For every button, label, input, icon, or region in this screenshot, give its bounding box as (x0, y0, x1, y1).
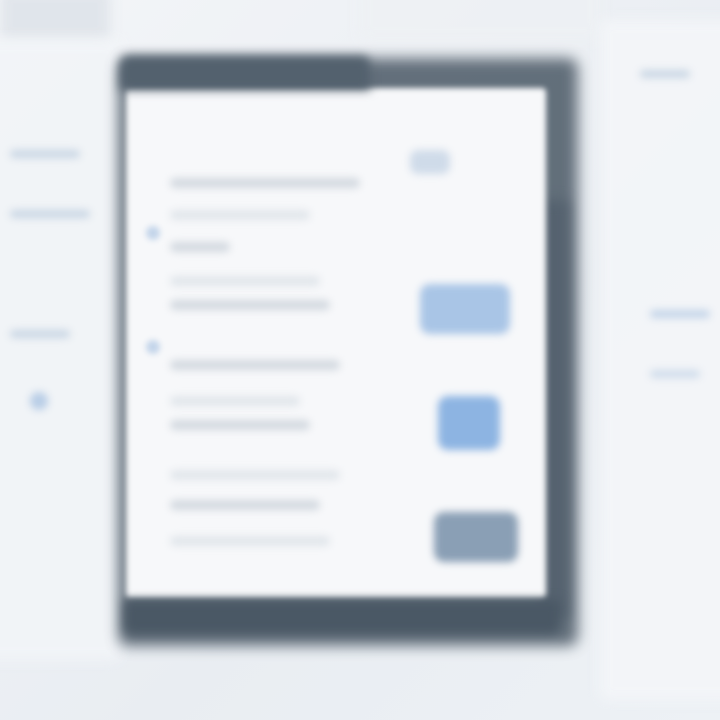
background-document-top-left (0, 0, 110, 40)
background-text-line (10, 330, 70, 338)
background-document-top (360, 0, 600, 40)
background-document-left (0, 40, 120, 660)
background-document-right (600, 20, 720, 700)
bullet-icon (146, 340, 160, 354)
document-footer-bar (124, 600, 560, 634)
row-text-line (170, 210, 310, 220)
row-action-button[interactable] (438, 396, 500, 450)
document-header-bar (120, 56, 370, 90)
row-text-line (170, 360, 340, 370)
row-label (170, 536, 330, 546)
row-label (170, 300, 330, 310)
status-chip (410, 150, 450, 174)
row-text-line (170, 500, 320, 510)
background-text-line (650, 310, 710, 318)
background-text-line (640, 70, 690, 78)
background-text-line (10, 210, 90, 218)
row-text-line (170, 276, 320, 286)
document-title (150, 112, 230, 136)
row-text-line (170, 470, 340, 480)
background-text-line (10, 150, 80, 158)
row-text-line (170, 178, 360, 188)
background-text-line (650, 370, 700, 378)
row-text-line (170, 242, 230, 252)
row-text-line (170, 396, 300, 406)
background-bullet (30, 392, 48, 410)
blurred-screen (0, 0, 720, 720)
row-action-button[interactable] (420, 284, 510, 334)
row-action-button[interactable] (434, 512, 518, 562)
row-label (170, 420, 310, 430)
bullet-icon (146, 226, 160, 240)
